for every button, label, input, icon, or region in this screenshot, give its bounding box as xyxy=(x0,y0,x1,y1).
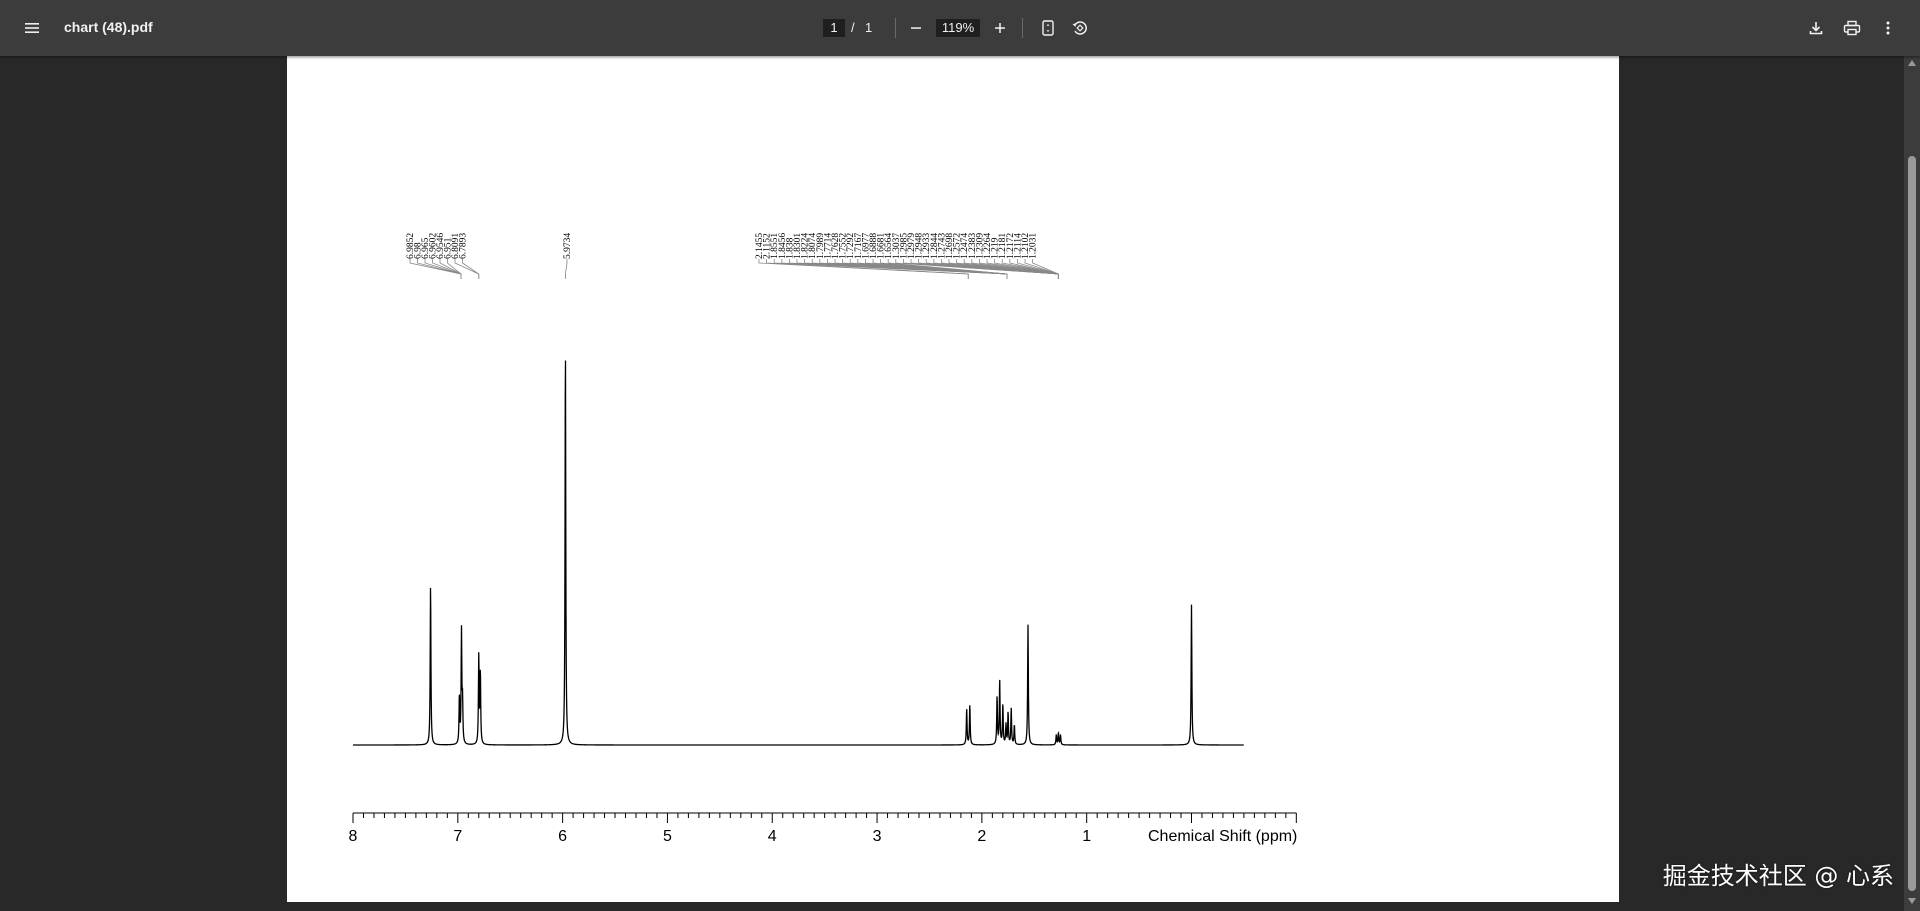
toolbar-divider xyxy=(1022,18,1023,38)
peak-connector xyxy=(447,259,462,279)
rotate-counterclockwise-icon[interactable] xyxy=(1064,12,1096,44)
total-pages: 1 xyxy=(865,20,873,35)
watermark: 掘金技术社区 @ 心系 xyxy=(1662,862,1894,890)
page-separator: / xyxy=(851,20,855,35)
print-icon[interactable] xyxy=(1836,12,1868,44)
more-vertical-icon[interactable] xyxy=(1872,12,1904,44)
fit-to-page-icon[interactable] xyxy=(1032,12,1064,44)
peak-label: 6.7893 xyxy=(459,233,469,259)
nmr-spectrum-chart: 6.98526.986.9656.96026.95466.9516.80916.… xyxy=(349,233,1298,845)
toolbar-divider xyxy=(895,18,896,38)
document-title: chart (48).pdf xyxy=(64,19,153,35)
x-axis-tick-label: 2 xyxy=(977,828,986,845)
pdf-page: 6.9852 6.98 6.965 6.9602 6.9546 6.951 6.8091 6.… xyxy=(287,56,1619,902)
scroll-up-arrow-icon[interactable] xyxy=(1908,60,1916,66)
peak-connector xyxy=(439,259,462,279)
x-axis-tick-label: 4 xyxy=(768,828,777,845)
x-axis-tick-label: 7 xyxy=(453,828,462,845)
peak-connector xyxy=(462,259,480,279)
zoom-level-input[interactable]: 119% xyxy=(936,19,980,37)
peak-label-layer: 6.98526.986.9656.96026.95466.9516.80916.… xyxy=(406,233,1039,259)
peak-label: 1.2031 xyxy=(1029,233,1039,259)
x-axis-tick-label: 1 xyxy=(1082,828,1091,845)
spectrum-trace xyxy=(353,360,1244,746)
scroll-down-arrow-icon[interactable] xyxy=(1908,898,1916,904)
peak-label: 5.9734 xyxy=(563,233,573,259)
peak-connector xyxy=(424,259,462,279)
x-axis-tick-label: 5 xyxy=(663,828,672,845)
x-axis-label: Chemical Shift (ppm) xyxy=(1148,828,1297,845)
download-icon[interactable] xyxy=(1800,12,1832,44)
vertical-scrollbar[interactable] xyxy=(1904,56,1920,911)
peak-connector-layer xyxy=(409,259,1059,279)
x-axis-tick-label: 8 xyxy=(349,828,358,845)
pdf-toolbar: chart (48).pdf 1 / 1 119% xyxy=(0,0,1920,56)
plus-icon[interactable] xyxy=(984,12,1016,44)
x-axis-tick-label: 6 xyxy=(558,828,567,845)
minus-icon[interactable] xyxy=(900,12,932,44)
peak-connector xyxy=(454,259,480,279)
x-axis-tick-label: 3 xyxy=(873,828,882,845)
peak-connector xyxy=(565,259,568,279)
current-page-input[interactable]: 1 xyxy=(823,19,845,37)
scroll-thumb[interactable] xyxy=(1908,156,1916,891)
hamburger-menu-icon[interactable] xyxy=(16,12,48,44)
